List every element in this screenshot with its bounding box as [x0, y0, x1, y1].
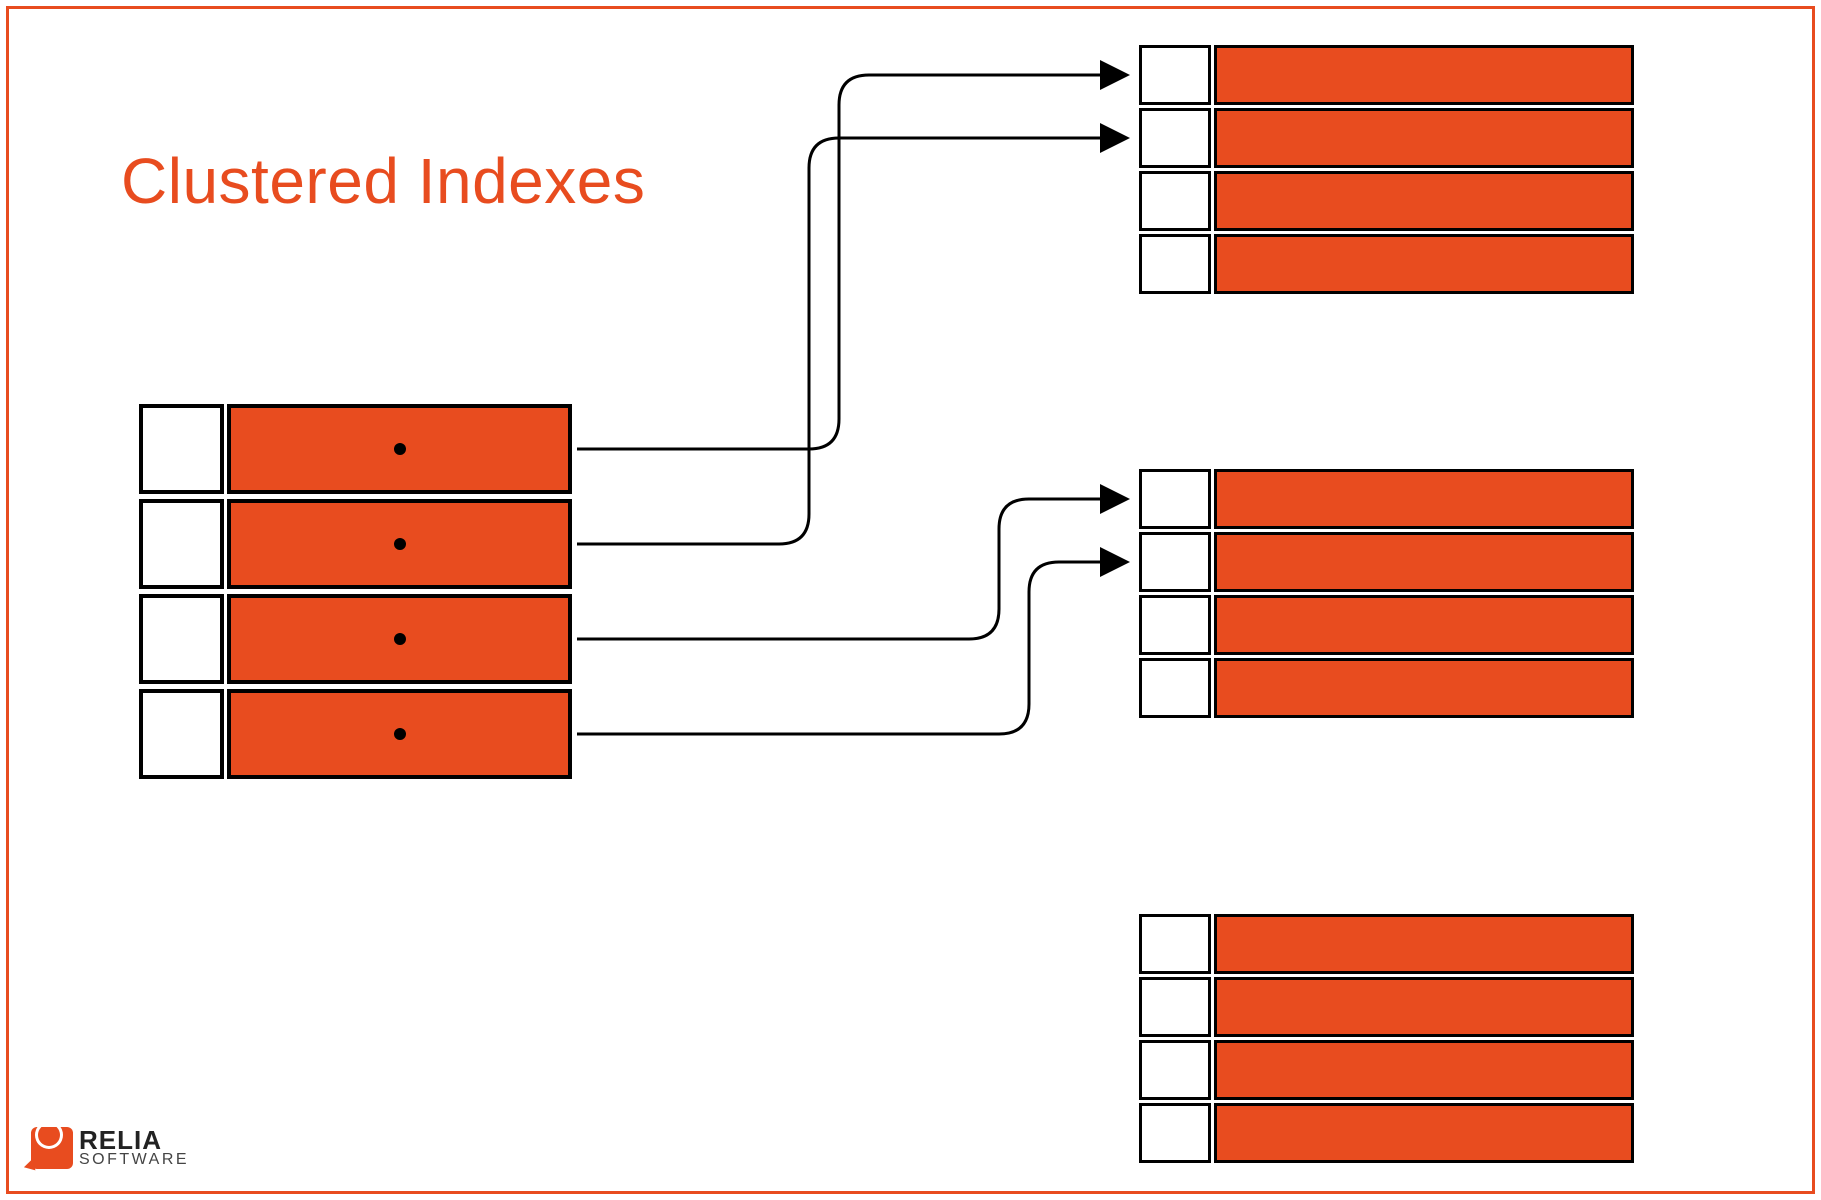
- leaf-row: [1139, 1103, 1634, 1163]
- logo-sub: SOFTWARE: [79, 1153, 189, 1167]
- leaf-value-cell: [1214, 914, 1634, 974]
- leaf-node-2: [1139, 469, 1634, 721]
- leaf-value-cell: [1214, 469, 1634, 529]
- leaf-value-cell: [1214, 1103, 1634, 1163]
- pointer-dot-icon: [394, 633, 406, 645]
- index-row: [139, 689, 572, 779]
- diagram-canvas: Clustered Indexes: [6, 6, 1815, 1194]
- leaf-value-cell: [1214, 45, 1634, 105]
- leaf-key-cell: [1139, 45, 1211, 105]
- leaf-key-cell: [1139, 658, 1211, 718]
- pointer-dot-icon: [394, 538, 406, 550]
- leaf-value-cell: [1214, 595, 1634, 655]
- leaf-key-cell: [1139, 1040, 1211, 1100]
- leaf-value-cell: [1214, 1040, 1634, 1100]
- leaf-key-cell: [1139, 595, 1211, 655]
- pointer-dot-icon: [394, 443, 406, 455]
- leaf-key-cell: [1139, 1103, 1211, 1163]
- index-node: [139, 404, 572, 784]
- leaf-row: [1139, 914, 1634, 974]
- leaf-row: [1139, 595, 1634, 655]
- leaf-key-cell: [1139, 108, 1211, 168]
- index-value-cell: [227, 689, 572, 779]
- leaf-value-cell: [1214, 234, 1634, 294]
- logo-text: RELIA SOFTWARE: [79, 1129, 189, 1167]
- index-row: [139, 404, 572, 494]
- index-row: [139, 499, 572, 589]
- leaf-node-1: [1139, 45, 1634, 297]
- index-key-cell: [139, 594, 224, 684]
- leaf-value-cell: [1214, 171, 1634, 231]
- index-key-cell: [139, 689, 224, 779]
- leaf-row: [1139, 658, 1634, 718]
- leaf-key-cell: [1139, 914, 1211, 974]
- index-key-cell: [139, 499, 224, 589]
- pointer-dot-icon: [394, 728, 406, 740]
- leaf-row: [1139, 171, 1634, 231]
- leaf-row: [1139, 108, 1634, 168]
- leaf-key-cell: [1139, 977, 1211, 1037]
- index-value-cell: [227, 594, 572, 684]
- logo-accent-icon: [24, 1158, 38, 1171]
- leaf-key-cell: [1139, 234, 1211, 294]
- logo-name: RELIA: [79, 1129, 189, 1152]
- leaf-row: [1139, 532, 1634, 592]
- leaf-row: [1139, 977, 1634, 1037]
- leaf-row: [1139, 234, 1634, 294]
- leaf-key-cell: [1139, 469, 1211, 529]
- leaf-key-cell: [1139, 171, 1211, 231]
- leaf-row: [1139, 1040, 1634, 1100]
- index-value-cell: [227, 499, 572, 589]
- index-key-cell: [139, 404, 224, 494]
- leaf-value-cell: [1214, 658, 1634, 718]
- index-row: [139, 594, 572, 684]
- logo: RELIA SOFTWARE: [31, 1127, 189, 1169]
- leaf-value-cell: [1214, 108, 1634, 168]
- leaf-key-cell: [1139, 532, 1211, 592]
- index-value-cell: [227, 404, 572, 494]
- diagram-title: Clustered Indexes: [121, 144, 645, 218]
- leaf-row: [1139, 45, 1634, 105]
- leaf-value-cell: [1214, 532, 1634, 592]
- leaf-node-3: [1139, 914, 1634, 1166]
- leaf-value-cell: [1214, 977, 1634, 1037]
- leaf-row: [1139, 469, 1634, 529]
